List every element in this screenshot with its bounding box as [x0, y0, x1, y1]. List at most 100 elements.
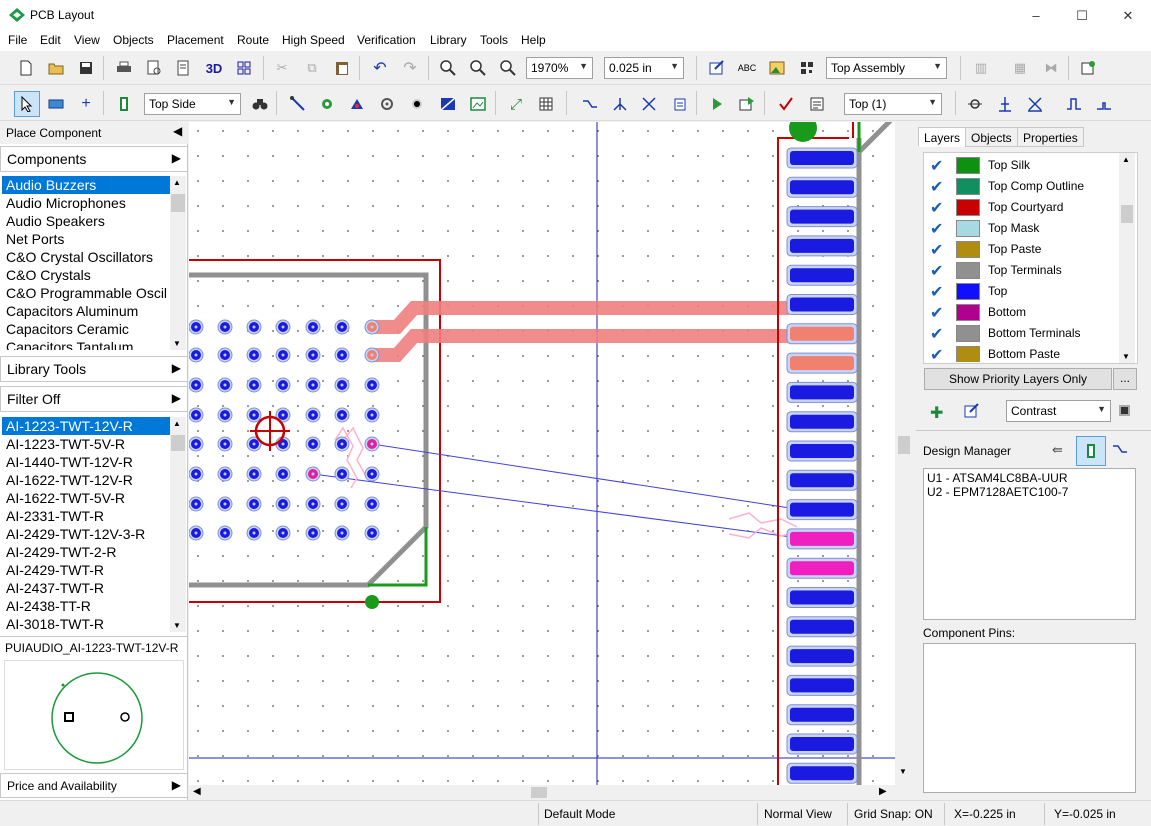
- redo-icon[interactable]: ↷: [399, 57, 421, 79]
- erc-report-icon[interactable]: [806, 93, 828, 115]
- design-manager-list[interactable]: U1 - ATSAM4LC8BA-UUR U2 - EPM7128AETC100…: [923, 468, 1136, 620]
- zoom-select[interactable]: 1970% ▼: [526, 57, 593, 79]
- check-icon[interactable]: ✔: [930, 219, 943, 239]
- print-icon[interactable]: [113, 57, 135, 79]
- check-icon[interactable]: ✔: [930, 261, 943, 281]
- parts-list[interactable]: AI-1223-TWT-12V-R AI-1223-TWT-5V-R AI-14…: [2, 417, 186, 632]
- copy-icon[interactable]: ⧉: [301, 57, 323, 79]
- tab-objects[interactable]: Objects: [965, 127, 1018, 147]
- layer-row-top-mask[interactable]: ✔ Top Mask: [926, 218, 1116, 239]
- dimension-icon[interactable]: ⤢: [505, 93, 527, 115]
- flip-icon[interactable]: [964, 93, 986, 115]
- list-item[interactable]: AI-2438-TT-R: [2, 597, 186, 615]
- list-item[interactable]: AI-1622-TWT-5V-R: [2, 489, 186, 507]
- parts-scrollbar[interactable]: ▲ ▼: [170, 417, 186, 632]
- run-icon[interactable]: [706, 93, 728, 115]
- place-component-icon[interactable]: [113, 93, 135, 115]
- check-icon[interactable]: ✔: [930, 282, 943, 302]
- report-icon[interactable]: [172, 57, 194, 79]
- measure-icon[interactable]: [45, 93, 67, 115]
- paste-icon[interactable]: [331, 57, 353, 79]
- open-folder-icon[interactable]: [45, 57, 67, 79]
- layer-row-bottom[interactable]: ✔ Bottom: [926, 302, 1116, 323]
- view-3d-button[interactable]: 3D: [203, 57, 225, 79]
- menu-help[interactable]: Help: [521, 33, 546, 47]
- pad-icon[interactable]: [376, 93, 398, 115]
- list-item[interactable]: Audio Microphones: [2, 194, 186, 212]
- run-script-icon[interactable]: [736, 93, 758, 115]
- check-icon[interactable]: ✔: [930, 324, 943, 344]
- layer-row-top-terminals[interactable]: ✔ Top Terminals: [926, 260, 1116, 281]
- image-icon[interactable]: [766, 57, 788, 79]
- check-icon[interactable]: ✔: [930, 198, 943, 218]
- menu-verification[interactable]: Verification: [357, 33, 416, 47]
- board-image-icon[interactable]: [467, 93, 489, 115]
- crosshair-icon[interactable]: +: [75, 93, 97, 115]
- check-icon[interactable]: ✔: [930, 240, 943, 260]
- autoroute-icon[interactable]: [669, 93, 691, 115]
- minimize-button[interactable]: –: [1013, 0, 1059, 31]
- color-scheme-icon[interactable]: [1119, 405, 1130, 416]
- add-layer-icon[interactable]: ✚: [930, 403, 943, 423]
- layer-row-top-comp-outline[interactable]: ✔ Top Comp Outline: [926, 176, 1116, 197]
- hole-icon[interactable]: [406, 93, 428, 115]
- price-availability-button[interactable]: Price and Availability ▶: [0, 773, 188, 798]
- component-pins-list[interactable]: [923, 643, 1136, 793]
- check-icon[interactable]: ✔: [930, 303, 943, 323]
- table-icon[interactable]: [535, 93, 557, 115]
- cut-icon[interactable]: ✂: [271, 57, 293, 79]
- close-button[interactable]: ✕: [1105, 0, 1151, 31]
- panelize-icon[interactable]: [233, 57, 255, 79]
- zoom-fit-icon[interactable]: [497, 57, 519, 79]
- list-item[interactable]: U2 - EPM7128AETC100-7: [927, 485, 1068, 499]
- menu-objects[interactable]: Objects: [113, 33, 154, 47]
- copper-pour-icon[interactable]: [346, 93, 368, 115]
- pcb-canvas[interactable]: [189, 122, 895, 785]
- check-icon[interactable]: ✔: [930, 345, 943, 362]
- more-button[interactable]: ...: [1113, 368, 1137, 390]
- zoom-out-icon[interactable]: [467, 57, 489, 79]
- menu-route[interactable]: Route: [237, 33, 269, 47]
- layer-row-top[interactable]: ✔ Top: [926, 281, 1116, 302]
- select-pointer-icon[interactable]: [14, 91, 40, 117]
- list-item[interactable]: C&O Programmable Oscil: [2, 284, 186, 302]
- new-file-icon[interactable]: [15, 57, 37, 79]
- plane-icon[interactable]: [437, 93, 459, 115]
- qr-code-icon[interactable]: [796, 57, 818, 79]
- list-item[interactable]: AI-2429-TWT-2-R: [2, 543, 186, 561]
- list-item[interactable]: U1 - ATSAM4LC8BA-UUR: [927, 471, 1067, 485]
- tab-properties[interactable]: Properties: [1017, 127, 1084, 147]
- list-item[interactable]: Capacitors Aluminum: [2, 302, 186, 320]
- pulse-icon[interactable]: [1063, 93, 1085, 115]
- drc-check-icon[interactable]: [775, 93, 797, 115]
- list-item[interactable]: AI-3018-TWT-R: [2, 615, 186, 632]
- list-item[interactable]: AI-1223-TWT-5V-R: [2, 435, 186, 453]
- swap-icon[interactable]: ⧓: [1040, 57, 1062, 79]
- side-select[interactable]: Top Side ▼: [144, 93, 241, 115]
- filter-button[interactable]: Filter Off ▶: [0, 386, 188, 412]
- list-item[interactable]: AI-1440-TWT-12V-R: [2, 453, 186, 471]
- grid-size-select[interactable]: 0.025 in ▼: [604, 57, 684, 79]
- list-item[interactable]: AI-2429-TWT-12V-3-R: [2, 525, 186, 543]
- layer-scrollbar[interactable]: ▲ ▼: [1119, 153, 1135, 363]
- dm-filter-icon[interactable]: ⇚: [1052, 442, 1063, 458]
- track-icon[interactable]: [579, 93, 601, 115]
- route-trace-icon[interactable]: [287, 93, 309, 115]
- menu-tools[interactable]: Tools: [480, 33, 508, 47]
- list-item[interactable]: Capacitors Tantalum: [2, 338, 186, 350]
- unroute-icon[interactable]: [638, 93, 660, 115]
- layer-row-top-courtyard[interactable]: ✔ Top Courtyard: [926, 197, 1116, 218]
- list-item[interactable]: AI-2429-TWT-R: [2, 561, 186, 579]
- layer-select[interactable]: Top (1) ▼: [844, 93, 942, 115]
- layer-row-bottom-terminals[interactable]: ✔ Bottom Terminals: [926, 323, 1116, 344]
- spell-check-button[interactable]: ABC: [736, 57, 758, 79]
- export-icon[interactable]: [1077, 57, 1099, 79]
- list-item[interactable]: Net Ports: [2, 230, 186, 248]
- layer-row-top-paste[interactable]: ✔ Top Paste: [926, 239, 1116, 260]
- align-icon[interactable]: [994, 93, 1016, 115]
- layer-row-top-silk[interactable]: ✔ Top Silk: [926, 155, 1116, 176]
- chart-icon[interactable]: ▥: [970, 57, 992, 79]
- menu-high-speed[interactable]: High Speed: [282, 33, 345, 47]
- components-header-button[interactable]: Components ▶: [0, 146, 188, 172]
- check-icon[interactable]: ✔: [930, 156, 943, 176]
